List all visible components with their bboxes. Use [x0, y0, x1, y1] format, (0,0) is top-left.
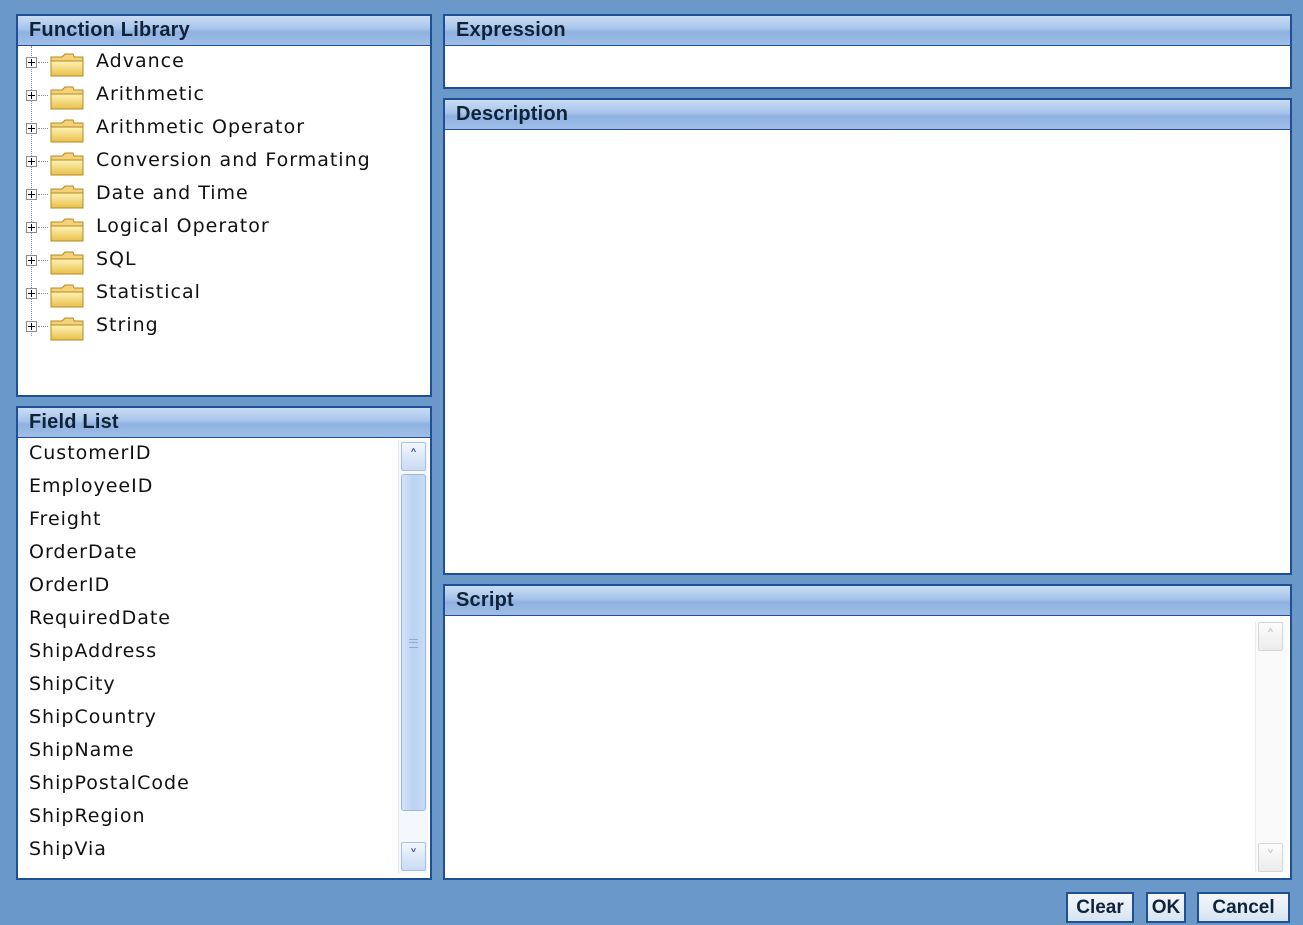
folder-icon [50, 152, 84, 176]
field-list-body: CustomerID EmployeeID Freight OrderDate Orde… [18, 438, 430, 876]
tree-node[interactable]: Conversion and Formating [18, 147, 430, 180]
scroll-down-icon[interactable]: ˅ [401, 842, 426, 871]
field-list-item[interactable]: ShipCountry [29, 706, 157, 728]
tree-node-label[interactable]: Advance [96, 50, 185, 72]
tree-node-label[interactable]: SQL [96, 248, 137, 270]
script-textarea[interactable]: ˄ ˅ [445, 616, 1290, 878]
field-list-item[interactable]: ShipVia [29, 838, 107, 860]
scroll-down-icon[interactable]: ˅ [1258, 843, 1283, 872]
field-list-item[interactable]: EmployeeID [29, 475, 153, 497]
description-panel: Description [443, 98, 1292, 575]
folder-icon [50, 86, 84, 110]
ok-button[interactable]: OK [1146, 892, 1186, 923]
tree-node-label[interactable]: String [96, 314, 159, 336]
field-list-item[interactable]: ShipCity [29, 673, 116, 695]
script-header: Script [445, 586, 1290, 616]
cancel-button[interactable]: Cancel [1197, 892, 1290, 923]
tree-node[interactable]: Date and Time [18, 180, 430, 213]
tree-node-label[interactable]: Logical Operator [96, 215, 270, 237]
tree-node-label[interactable]: Arithmetic [96, 83, 205, 105]
expression-header: Expression [445, 16, 1290, 46]
folder-icon [50, 185, 84, 209]
plus-expander-icon[interactable] [26, 90, 37, 101]
script-scrollbar[interactable]: ˄ ˅ [1255, 622, 1286, 872]
field-list-item[interactable]: RequiredDate [29, 607, 171, 629]
field-list-item[interactable]: ShipPostalCode [29, 772, 190, 794]
expression-panel: Expression [443, 14, 1292, 89]
tree-node[interactable]: String [18, 312, 430, 345]
clear-button[interactable]: Clear [1066, 892, 1134, 923]
expression-input[interactable] [445, 46, 1290, 86]
folder-icon [50, 53, 84, 77]
folder-icon [50, 218, 84, 242]
plus-expander-icon[interactable] [26, 189, 37, 200]
tree-node-label[interactable]: Arithmetic Operator [96, 116, 305, 138]
folder-icon [50, 284, 84, 308]
plus-expander-icon[interactable] [26, 255, 37, 266]
plus-expander-icon[interactable] [26, 222, 37, 233]
field-list-item[interactable]: CustomerID [29, 442, 152, 464]
plus-expander-icon[interactable] [26, 123, 37, 134]
plus-expander-icon[interactable] [26, 57, 37, 68]
field-list-item[interactable]: ShipRegion [29, 805, 146, 827]
tree-node-label[interactable]: Conversion and Formating [96, 149, 371, 171]
folder-icon [50, 119, 84, 143]
tree-node[interactable]: Advance [18, 48, 430, 81]
field-list-item[interactable]: ShipName [29, 739, 135, 761]
tree-node-label[interactable]: Date and Time [96, 182, 249, 204]
folder-icon [50, 251, 84, 275]
tree-node-label[interactable]: Statistical [96, 281, 201, 303]
script-panel: Script ˄ ˅ [443, 584, 1292, 880]
plus-expander-icon[interactable] [26, 156, 37, 167]
function-library-panel: Function Library Advance Arithmetic Arithm… [16, 14, 432, 397]
tree-node[interactable]: Arithmetic Operator [18, 114, 430, 147]
scroll-thumb[interactable] [401, 474, 426, 811]
field-list-item[interactable]: Freight [29, 508, 101, 530]
field-list-header: Field List [18, 408, 430, 438]
field-list-item[interactable]: OrderDate [29, 541, 137, 563]
description-header: Description [445, 100, 1290, 130]
field-list-scrollbar[interactable]: ˄ ˅ [398, 440, 428, 873]
tree-node[interactable]: Arithmetic [18, 81, 430, 114]
scroll-up-icon[interactable]: ˄ [401, 442, 426, 471]
scroll-up-icon[interactable]: ˄ [1258, 622, 1283, 651]
field-list-panel: Field List CustomerID EmployeeID Freight Or… [16, 406, 432, 880]
tree-node[interactable]: Statistical [18, 279, 430, 312]
plus-expander-icon[interactable] [26, 288, 37, 299]
tree-node[interactable]: SQL [18, 246, 430, 279]
plus-expander-icon[interactable] [26, 321, 37, 332]
function-library-header: Function Library [18, 16, 430, 46]
field-list-item[interactable]: OrderID [29, 574, 110, 596]
tree-node[interactable]: Logical Operator [18, 213, 430, 246]
field-list-item[interactable]: ShipAddress [29, 640, 157, 662]
folder-icon [50, 317, 84, 341]
